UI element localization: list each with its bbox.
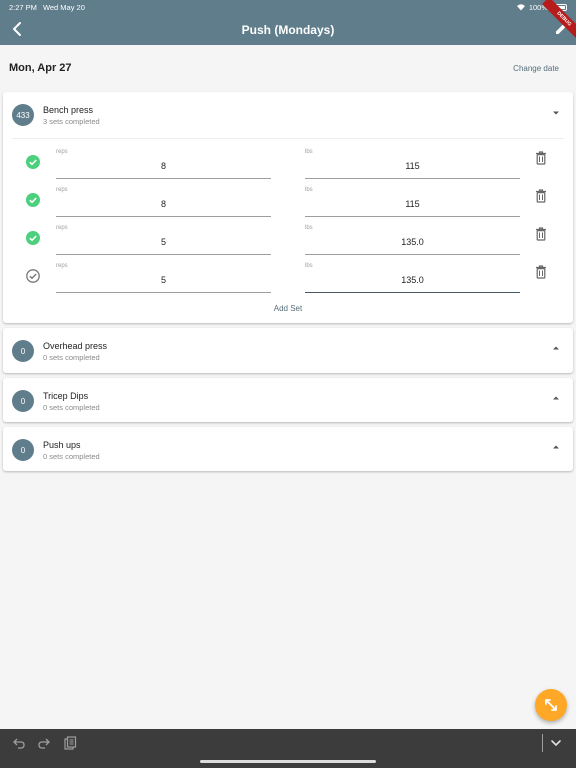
status-time: 2:27 PM: [9, 2, 37, 12]
reps-label: reps: [56, 263, 68, 269]
trash-icon[interactable]: [535, 151, 547, 165]
divider: [12, 138, 564, 139]
reps-label: reps: [56, 187, 68, 193]
check-circle-icon[interactable]: [26, 231, 40, 245]
trash-icon[interactable]: [535, 227, 547, 241]
lbs-value[interactable]: 115: [305, 161, 520, 171]
chevron-down-icon[interactable]: [551, 108, 561, 118]
expand-icon: [545, 699, 557, 711]
reps-field[interactable]: reps 8: [56, 147, 271, 179]
trash-icon[interactable]: [535, 265, 547, 279]
exercise-header[interactable]: 0 Push ups 0 sets completed: [3, 427, 573, 473]
change-date-button[interactable]: Change date: [513, 64, 559, 73]
exercise-card-tricep-dips: 0 Tricep Dips 0 sets completed: [3, 378, 573, 422]
lbs-label: lbs: [305, 225, 313, 231]
toolbar-divider: [542, 734, 543, 752]
exercise-subtitle: 0 sets completed: [43, 402, 100, 412]
lbs-label: lbs: [305, 187, 313, 193]
exercise-name: Tricep Dips: [43, 390, 89, 401]
reps-value[interactable]: 8: [56, 161, 271, 171]
chevron-up-icon[interactable]: [551, 393, 561, 403]
exercise-card-overhead-press: 0 Overhead press 0 sets completed: [3, 328, 573, 373]
wifi-icon: [516, 4, 525, 11]
exercise-header[interactable]: 0 Overhead press 0 sets completed: [3, 328, 573, 374]
lbs-label: lbs: [305, 263, 313, 269]
set-row: reps 8 lbs 115: [3, 147, 573, 185]
exercise-header[interactable]: 0 Tricep Dips 0 sets completed: [3, 378, 573, 424]
reps-value[interactable]: 8: [56, 199, 271, 209]
exercise-count-avatar: 0: [12, 340, 34, 362]
page-title: Push (Mondays): [241, 22, 335, 37]
check-circle-outline-icon[interactable]: [26, 269, 40, 283]
lbs-field[interactable]: lbs 115: [305, 147, 520, 179]
back-arrow-icon[interactable]: [9, 20, 27, 38]
exercise-subtitle: 0 sets completed: [43, 352, 100, 362]
set-row: reps 5 lbs 135.0: [3, 223, 573, 261]
exercise-subtitle: 0 sets completed: [43, 451, 100, 461]
add-set-button[interactable]: Add Set: [3, 304, 573, 313]
lbs-value[interactable]: 135.0: [305, 237, 520, 247]
app-bar: Push (Mondays): [0, 14, 576, 45]
set-row: reps 5 lbs 135.0: [3, 261, 573, 299]
exercise-count-avatar: 0: [12, 390, 34, 412]
exercise-count-avatar: 433: [12, 104, 34, 126]
lbs-field[interactable]: lbs 135.0: [305, 261, 520, 293]
workout-date: Mon, Apr 27: [9, 62, 72, 74]
exercise-name: Push ups: [43, 439, 81, 450]
exercise-name: Overhead press: [43, 340, 108, 351]
undo-icon[interactable]: [12, 736, 26, 750]
lbs-value[interactable]: 115: [305, 199, 520, 209]
reps-label: reps: [56, 149, 68, 155]
lbs-field[interactable]: lbs 135.0: [305, 223, 520, 255]
reps-field[interactable]: reps 8: [56, 185, 271, 217]
date-row: Mon, Apr 27 Change date: [9, 58, 559, 78]
exercise-count-avatar: 0: [12, 439, 34, 461]
lbs-field[interactable]: lbs 115: [305, 185, 520, 217]
exercise-name: Bench press: [43, 104, 94, 115]
home-indicator: [200, 760, 376, 763]
exercise-header[interactable]: 433 Bench press 3 sets completed: [3, 92, 573, 138]
chevron-up-icon[interactable]: [551, 343, 561, 353]
reps-value[interactable]: 5: [56, 237, 271, 247]
lbs-value[interactable]: 135.0: [305, 275, 520, 285]
reps-field[interactable]: reps 5: [56, 223, 271, 255]
reps-field[interactable]: reps 5: [56, 261, 271, 293]
check-circle-icon[interactable]: [26, 155, 40, 169]
redo-icon[interactable]: [37, 736, 51, 750]
status-date: Wed May 20: [42, 2, 85, 12]
clipboard-icon[interactable]: [63, 736, 77, 750]
status-bar: 2:27 PM Wed May 20 100%: [0, 0, 576, 14]
trash-icon[interactable]: [535, 189, 547, 203]
reps-label: reps: [56, 225, 68, 231]
set-row: reps 8 lbs 115: [3, 185, 573, 223]
reps-value[interactable]: 5: [56, 275, 271, 285]
exercise-card-push-ups: 0 Push ups 0 sets completed: [3, 427, 573, 471]
check-circle-icon[interactable]: [26, 193, 40, 207]
exercise-subtitle: 3 sets completed: [43, 116, 100, 126]
expand-fab-button[interactable]: [535, 689, 567, 721]
exercise-card-bench-press: 433 Bench press 3 sets completed reps 8 …: [3, 92, 573, 323]
chevron-up-icon[interactable]: [551, 442, 561, 452]
chevron-down-icon[interactable]: [549, 736, 563, 750]
lbs-label: lbs: [305, 149, 313, 155]
